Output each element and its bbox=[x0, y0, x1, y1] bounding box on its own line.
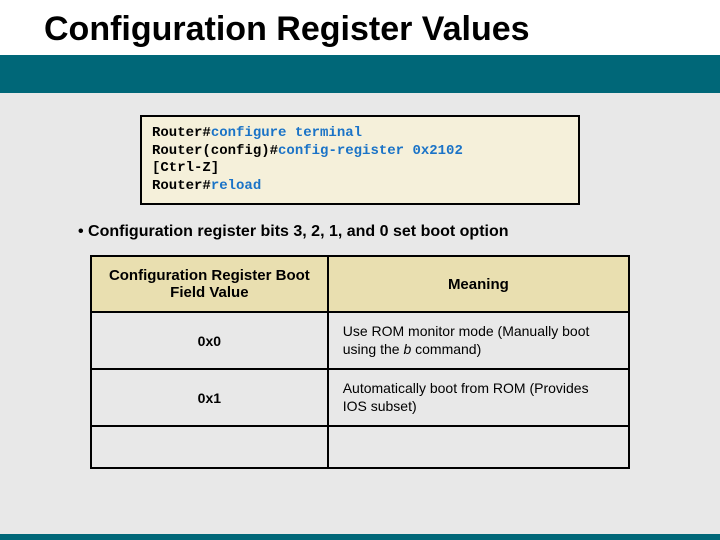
table-head-value: Configuration Register Boot Field Value bbox=[91, 256, 328, 312]
term-line2-cmd: config-register 0x2102 bbox=[278, 143, 463, 159]
reg-value-cell: 0x1 bbox=[91, 369, 328, 426]
blank-cell bbox=[328, 426, 629, 468]
blank-cell bbox=[91, 426, 328, 468]
meaning-pre: Automatically boot from ROM (Provides IO… bbox=[343, 380, 589, 414]
term-line4-prompt: Router# bbox=[152, 178, 211, 194]
reg-meaning-cell: Use ROM monitor mode (Manually boot usin… bbox=[328, 312, 629, 369]
bullet-text: Configuration register bits 3, 2, 1, and… bbox=[78, 223, 660, 241]
meaning-post: command) bbox=[411, 341, 481, 357]
register-table: Configuration Register Boot Field Value … bbox=[90, 255, 630, 469]
term-line1-cmd: configure terminal bbox=[211, 125, 362, 141]
table-row-blank bbox=[91, 426, 629, 468]
teal-bottom-strip bbox=[0, 534, 720, 540]
teal-strip bbox=[0, 55, 720, 83]
reg-value-cell: 0x0 bbox=[91, 312, 328, 369]
title-band: Configuration Register Values bbox=[0, 0, 720, 93]
term-line3: [Ctrl-Z] bbox=[152, 160, 219, 176]
terminal-box: Router#configure terminal Router(config)… bbox=[140, 115, 580, 205]
table-header-row: Configuration Register Boot Field Value … bbox=[91, 256, 629, 312]
table-row: 0x0 Use ROM monitor mode (Manually boot … bbox=[91, 312, 629, 369]
table-head-meaning: Meaning bbox=[328, 256, 629, 312]
slide-title: Configuration Register Values bbox=[0, 0, 720, 55]
reg-meaning-cell: Automatically boot from ROM (Provides IO… bbox=[328, 369, 629, 426]
term-line1-prompt: Router# bbox=[152, 125, 211, 141]
table-row: 0x1 Automatically boot from ROM (Provide… bbox=[91, 369, 629, 426]
term-line2-prompt: Router(config)# bbox=[152, 143, 278, 159]
content-area: Router#configure terminal Router(config)… bbox=[0, 93, 720, 469]
term-line4-cmd: reload bbox=[211, 178, 261, 194]
